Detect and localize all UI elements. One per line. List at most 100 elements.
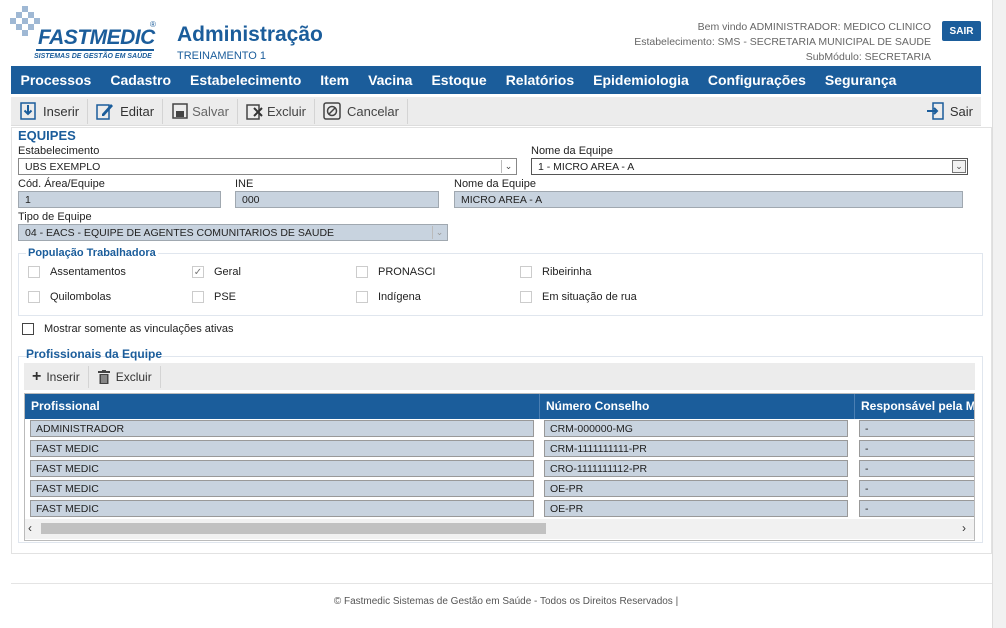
menu-vacina[interactable]: Vacina: [359, 72, 422, 88]
checkbox-box[interactable]: [22, 323, 34, 335]
logout-button[interactable]: SAIR: [942, 21, 981, 41]
menu-seguranca[interactable]: Segurança: [815, 72, 906, 88]
cell-profissional[interactable]: FAST MEDIC: [30, 480, 534, 497]
checkbox-box[interactable]: [28, 291, 40, 303]
checkbox-assentamentos[interactable]: Assentamentos: [28, 266, 126, 278]
checkbox-box[interactable]: [356, 266, 368, 278]
menu-item[interactable]: Item: [311, 72, 359, 88]
fastmedic-logo: ® FASTMEDIC SISTEMAS DE GESTÃO EM SAÚDE: [10, 6, 158, 64]
estabelecimento-value: UBS EXEMPLO: [25, 161, 101, 173]
professionals-table: Profissional Número Conselho Responsável…: [24, 393, 975, 541]
cod-area-field[interactable]: 1: [18, 191, 221, 208]
cell-responsavel[interactable]: -: [859, 420, 974, 437]
nome-equipe-select[interactable]: 1 - MICRO AREA - A ⌄: [531, 158, 968, 175]
save-icon: [172, 103, 188, 119]
estabelecimento-label: Estabelecimento: [18, 145, 100, 157]
menu-estabelecimento[interactable]: Estabelecimento: [181, 72, 311, 88]
cell-profissional[interactable]: FAST MEDIC: [30, 440, 534, 457]
nome-equipe-field[interactable]: MICRO AREA - A: [454, 191, 963, 208]
cell-numero-conselho[interactable]: CRO-1111111112-PR: [544, 460, 848, 477]
horizontal-scrollbar[interactable]: ‹ ›: [25, 519, 974, 539]
scrollbar-thumb[interactable]: [41, 523, 546, 534]
cell-responsavel[interactable]: -: [859, 500, 974, 517]
delete-button[interactable]: Excluir: [238, 98, 315, 124]
ine-label: INE: [235, 178, 254, 190]
add-professional-button[interactable]: + Inserir: [24, 365, 89, 388]
checkbox-box[interactable]: [520, 291, 532, 303]
checkbox-pronasci[interactable]: PRONASCI: [356, 266, 435, 278]
column-header-numero-conselho[interactable]: Número Conselho: [539, 394, 655, 419]
save-button[interactable]: Salvar: [163, 98, 238, 124]
menu-relatorios[interactable]: Relatórios: [496, 72, 583, 88]
logo-underline: [36, 49, 154, 51]
column-header-profissional[interactable]: Profissional: [25, 394, 106, 419]
checkbox-ribeirinha[interactable]: Ribeirinha: [520, 266, 592, 278]
submodule-text: SubMódulo: SECRETARIA: [805, 51, 931, 63]
checkbox-box[interactable]: [356, 291, 368, 303]
menu-cadastro[interactable]: Cadastro: [101, 72, 181, 88]
checkbox-label: Ribeirinha: [542, 266, 592, 278]
insert-icon: [20, 102, 36, 120]
delete-label: Excluir: [266, 103, 306, 119]
cell-numero-conselho[interactable]: CRM-000000-MG: [544, 420, 848, 437]
edit-button[interactable]: Editar: [88, 98, 164, 124]
cell-numero-conselho[interactable]: OE-PR: [544, 480, 848, 497]
checkbox-indigena[interactable]: Indígena: [356, 291, 421, 303]
delete-icon: [246, 104, 263, 120]
menu-configuracoes[interactable]: Configurações: [698, 72, 815, 88]
page-title: Administração: [177, 23, 323, 46]
menu-processos[interactable]: Processos: [11, 72, 101, 88]
checkbox-geral[interactable]: ✓ Geral: [192, 266, 241, 278]
save-label: Salvar: [192, 103, 229, 119]
population-title: População Trabalhadora: [26, 247, 158, 259]
column-header-responsavel[interactable]: Responsável pela M: [854, 394, 974, 419]
cell-responsavel[interactable]: -: [859, 480, 974, 497]
checkbox-pse[interactable]: PSE: [192, 291, 236, 303]
checkbox-label: PSE: [214, 291, 237, 303]
scroll-right-icon[interactable]: ›: [962, 521, 966, 535]
footer-text: © Fastmedic Sistemas de Gestão em Saúde …: [333, 596, 679, 607]
cell-profissional[interactable]: ADMINISTRADOR: [30, 420, 534, 437]
checkbox-label: Assentamentos: [50, 266, 126, 278]
nome-equipe-select-label: Nome da Equipe: [531, 145, 613, 157]
establishment-text: Estabelecimento: SMS - SECRETARIA MUNICI…: [634, 36, 931, 48]
scroll-left-icon[interactable]: ‹: [28, 521, 32, 535]
check-icon[interactable]: ✓: [192, 266, 204, 278]
menu-epidemiologia[interactable]: Epidemiologia: [584, 72, 699, 88]
main-menu: Processos Cadastro Estabelecimento Item …: [11, 66, 981, 94]
exit-icon: [926, 102, 944, 120]
ine-field[interactable]: 000: [235, 191, 439, 208]
estabelecimento-select[interactable]: UBS EXEMPLO ⌄: [18, 158, 517, 175]
page: ® FASTMEDIC SISTEMAS DE GESTÃO EM SAÚDE …: [0, 0, 992, 628]
remove-professional-button[interactable]: Excluir: [89, 365, 161, 388]
checkbox-active-only[interactable]: Mostrar somente as vinculações ativas: [22, 323, 234, 335]
population-group: [18, 253, 983, 316]
professionals-toolbar: + Inserir Excluir: [24, 363, 975, 390]
checkbox-label: Em situação de rua: [542, 291, 637, 303]
chevron-down-icon: ⌄: [501, 160, 515, 173]
checkbox-box[interactable]: [520, 266, 532, 278]
cancel-icon: [323, 102, 341, 120]
checkbox-quilombolas[interactable]: Quilombolas: [28, 291, 111, 303]
chevron-down-icon: ⌄: [432, 226, 446, 239]
menu-estoque[interactable]: Estoque: [422, 72, 496, 88]
section-title: EQUIPES: [18, 128, 76, 143]
tipo-equipe-value: 04 - EACS - EQUIPE DE AGENTES COMUNITARI…: [25, 227, 335, 239]
insert-button[interactable]: Inserir: [11, 98, 89, 124]
checkbox-label: Indígena: [378, 291, 421, 303]
checkbox-box[interactable]: [28, 266, 40, 278]
vertical-scrollbar[interactable]: [992, 0, 1006, 628]
cell-profissional[interactable]: FAST MEDIC: [30, 500, 534, 517]
checkbox-situacao-rua[interactable]: Em situação de rua: [520, 291, 637, 303]
cell-numero-conselho[interactable]: OE-PR: [544, 500, 848, 517]
checkbox-label: Mostrar somente as vinculações ativas: [44, 323, 234, 335]
exit-button[interactable]: Sair: [918, 99, 981, 124]
cod-area-label: Cód. Área/Equipe: [18, 178, 105, 190]
cell-responsavel[interactable]: -: [859, 460, 974, 477]
cell-numero-conselho[interactable]: CRM-1111111111-PR: [544, 440, 848, 457]
checkbox-box[interactable]: [192, 291, 204, 303]
tipo-equipe-select[interactable]: 04 - EACS - EQUIPE DE AGENTES COMUNITARI…: [18, 224, 448, 241]
cancel-button[interactable]: Cancelar: [315, 98, 408, 124]
cell-profissional[interactable]: FAST MEDIC: [30, 460, 534, 477]
cell-responsavel[interactable]: -: [859, 440, 974, 457]
